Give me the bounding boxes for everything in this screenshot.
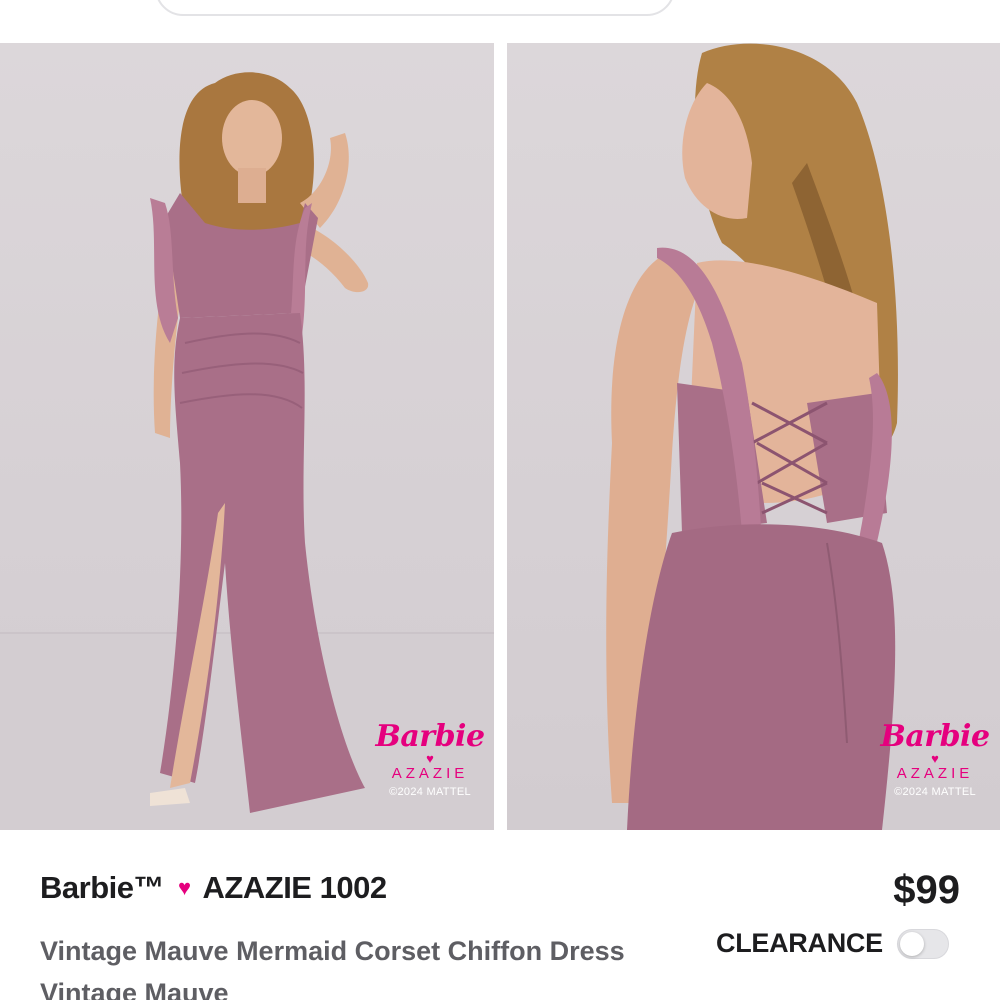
search-bar[interactable] <box>155 0 675 16</box>
clearance-toggle[interactable] <box>896 928 949 959</box>
copyright-text: ©2024 MATTEL <box>894 786 976 798</box>
heart-icon: ♥ <box>426 751 434 766</box>
product-photo-back[interactable]: Barbie ♥ AZAZIE ©2024 MATTEL <box>507 43 1000 830</box>
barbie-azazie-watermark: Barbie ♥ AZAZIE ©2024 MATTEL <box>870 721 1000 801</box>
product-brand-title[interactable]: Barbie™ ♥ AZAZIE 1002 <box>40 870 387 906</box>
brand-azazie-style: AZAZIE 1002 <box>202 870 388 905</box>
copyright-text: ©2024 MATTEL <box>389 786 471 798</box>
toggle-knob <box>899 931 924 956</box>
product-photo-front[interactable]: Barbie ♥ AZAZIE ©2024 MATTEL <box>0 43 494 830</box>
heart-icon: ♥ <box>177 875 191 900</box>
azazie-logo: AZAZIE <box>391 765 469 782</box>
barbie-logo: Barbie <box>880 719 990 754</box>
front-view-illustration <box>0 72 494 830</box>
barbie-azazie-watermark: Barbie ♥ AZAZIE ©2024 MATTEL <box>365 721 494 801</box>
back-view-illustration <box>606 43 898 830</box>
barbie-logo: Barbie <box>375 719 485 754</box>
heart-icon: ♥ <box>931 751 939 766</box>
product-page: Barbie ♥ AZAZIE ©2024 MATTEL Barbie ♥ AZ… <box>0 0 1000 1000</box>
brand-barbie: Barbie™ <box>40 870 164 905</box>
product-description[interactable]: Vintage Mauve Mermaid Corset Chiffon Dre… <box>40 930 660 1000</box>
clearance-label: CLEARANCE <box>716 928 883 958</box>
clearance-toggle-row[interactable]: CLEARANCE <box>716 928 949 959</box>
product-price: $99 <box>893 868 960 912</box>
azazie-logo: AZAZIE <box>896 765 974 782</box>
